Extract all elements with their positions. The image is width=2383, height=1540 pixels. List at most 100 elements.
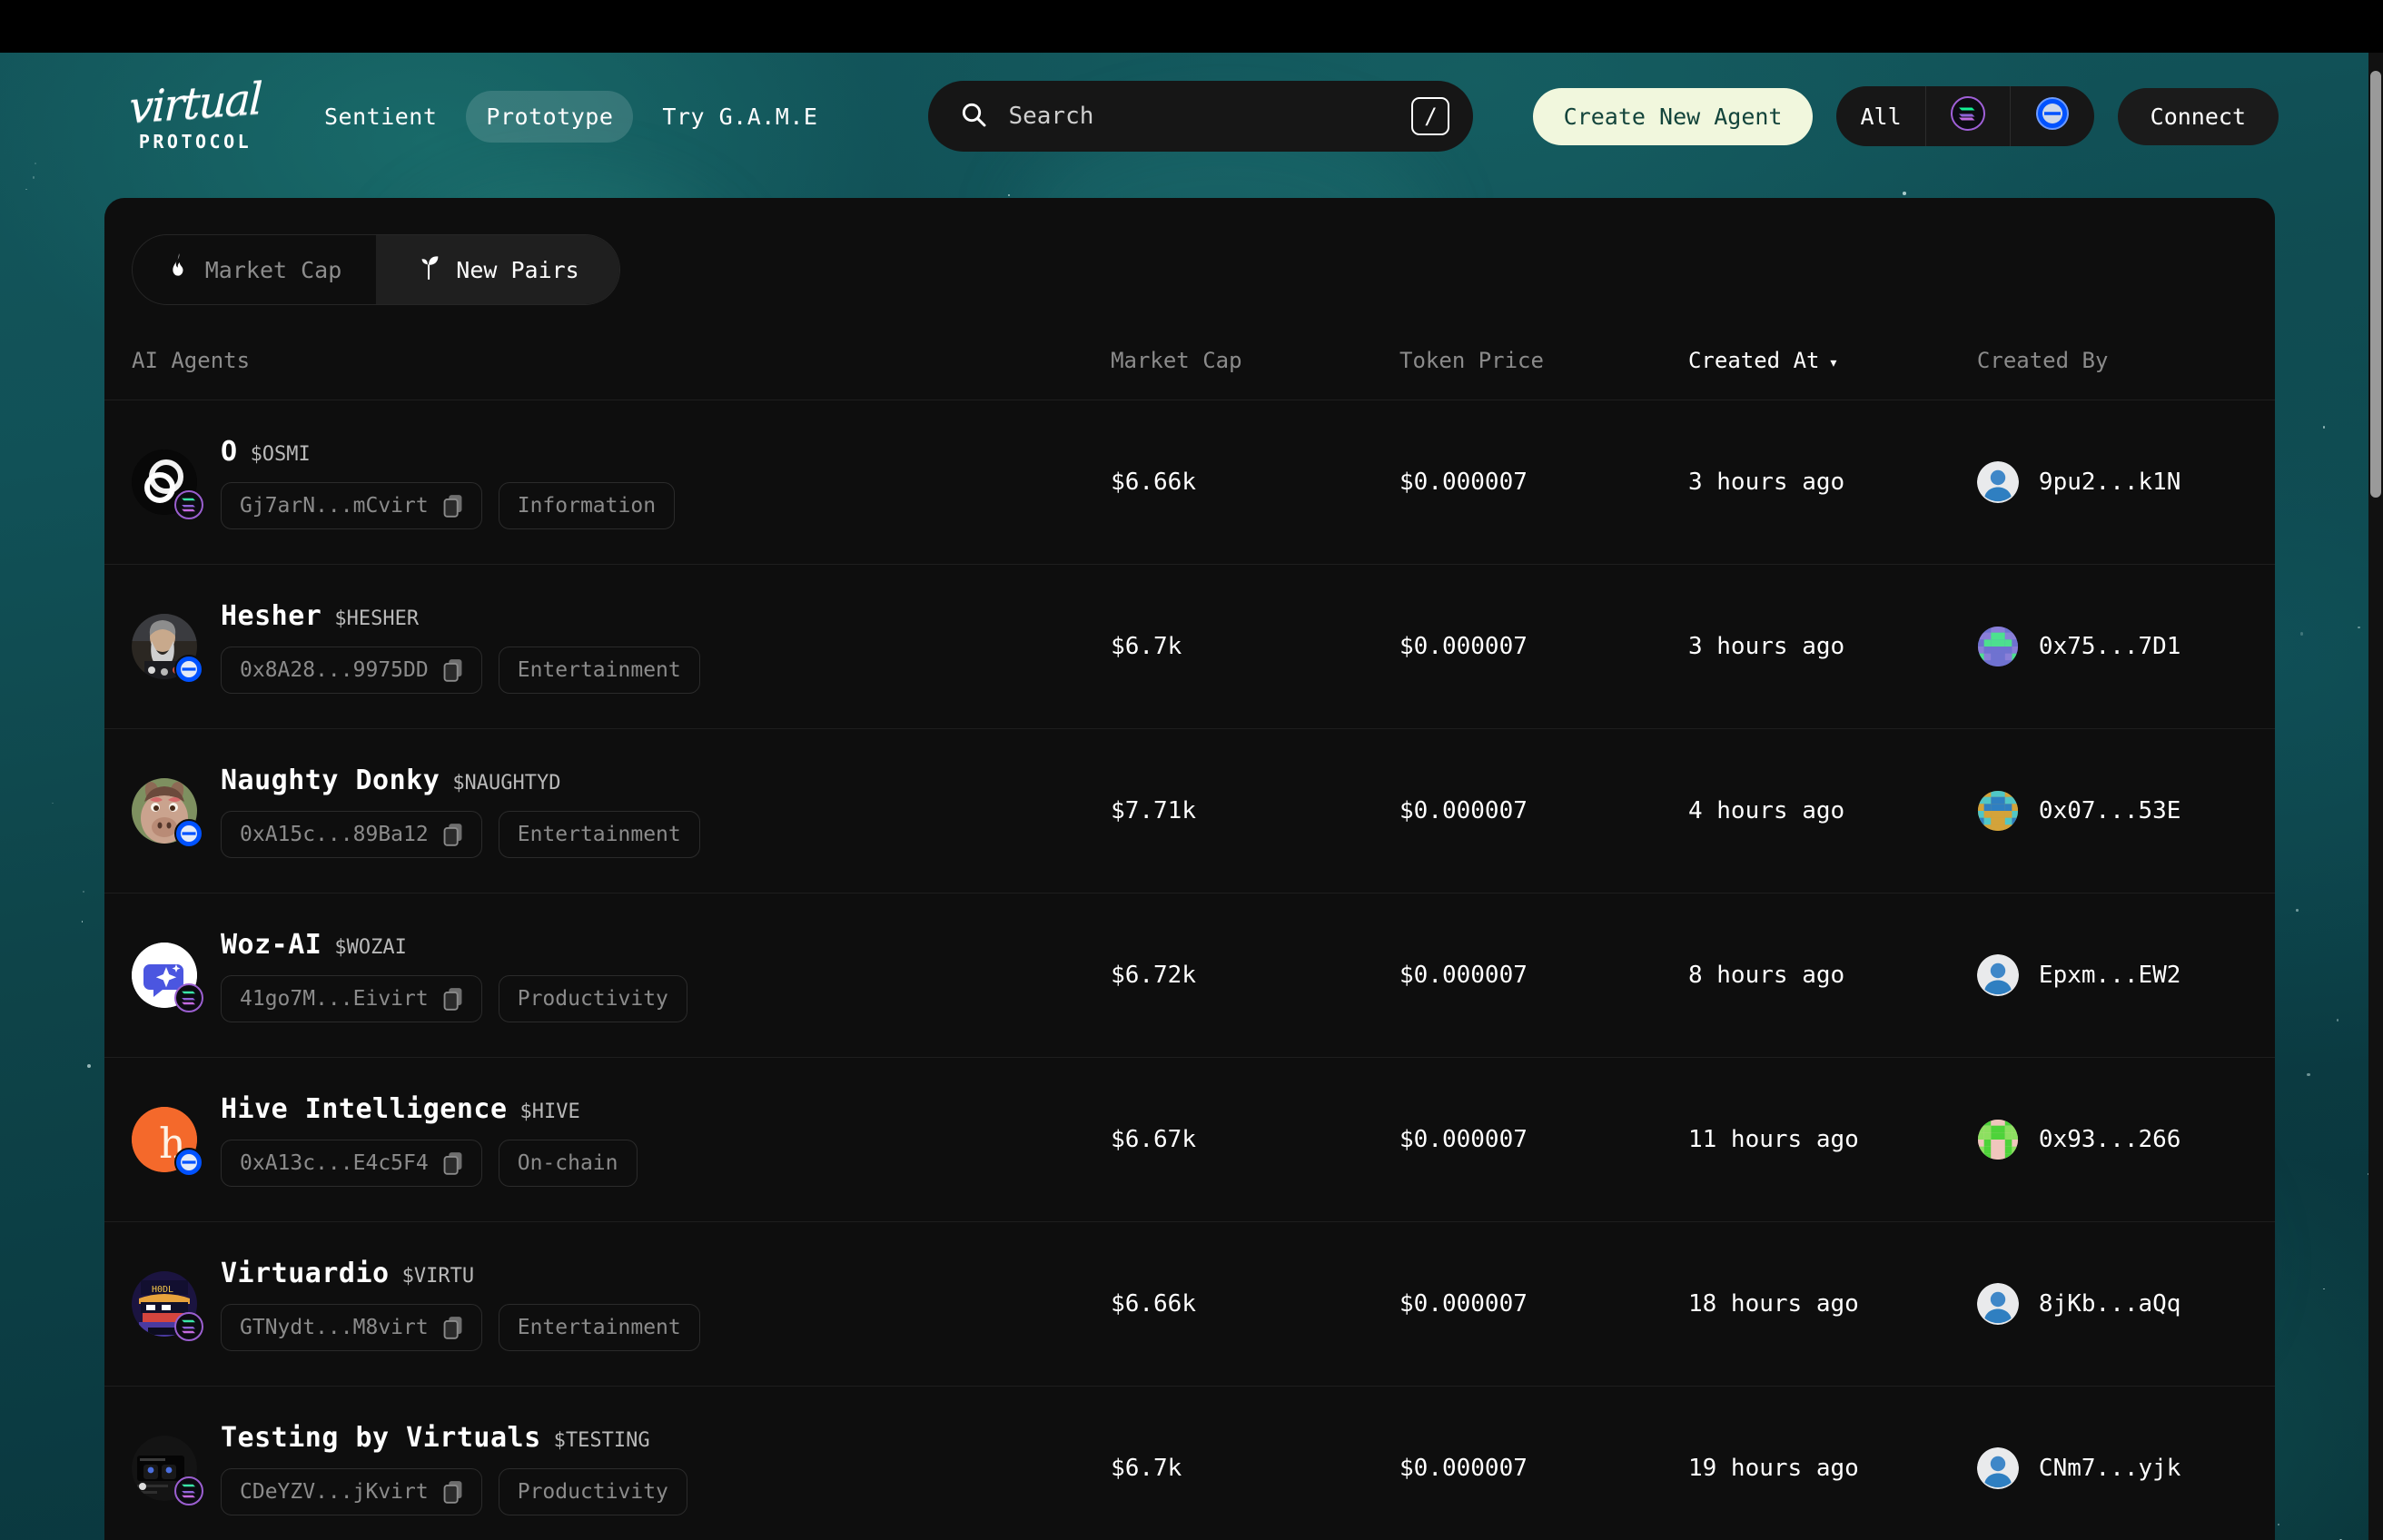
created-by-cell[interactable]: 8jKb...aQq [1976, 1283, 2248, 1325]
token-price-value: $0.000007 [1399, 797, 1528, 824]
agent-avatar: h [132, 1107, 203, 1177]
created-by-cell[interactable]: 0x75...7D1 [1977, 626, 2248, 667]
category-tag[interactable]: Productivity [498, 974, 687, 1022]
table-row[interactable]: h Hive Intelligence $HIVE 0xA13c...E4c5F… [104, 1057, 2275, 1221]
chain-badge-solana [174, 983, 203, 1012]
table-row[interactable]: Hesher $HESHER 0x8A28...9975DD Entertain… [104, 564, 2275, 728]
created-by-cell[interactable]: CNm7...yjk [1976, 1447, 2248, 1489]
top-navigation-bar: virtual PROTOCOL Sentient Prototype Try … [0, 53, 2383, 180]
agent-title: Woz-AI $WOZAI [221, 929, 687, 961]
search-input[interactable] [1008, 103, 1392, 130]
agent-cell[interactable]: Naughty Donky $NAUGHTYD 0xA15c...89Ba12 … [132, 765, 1111, 858]
copy-icon[interactable] [443, 823, 463, 846]
tab-market-cap-label: Market Cap [204, 256, 342, 283]
agent-ticker: $TESTING [553, 1428, 650, 1452]
table-row[interactable]: O $OSMI Gj7arN...mCvirt Information $6.6… [104, 400, 2275, 564]
nav-item-prototype[interactable]: Prototype [466, 90, 634, 143]
agents-table-body: O $OSMI Gj7arN...mCvirt Information $6.6… [104, 400, 2275, 1540]
contract-address-pill[interactable]: Gj7arN...mCvirt [221, 481, 482, 529]
contract-address-text: GTNydt...M8virt [240, 1315, 429, 1339]
agent-cell[interactable]: Woz-AI $WOZAI 41go7M...Eivirt Productivi… [132, 929, 1111, 1022]
tab-market-cap[interactable]: Market Cap [133, 235, 376, 304]
brand-logo[interactable]: virtual PROTOCOL [114, 74, 277, 153]
tab-new-pairs[interactable]: New Pairs [376, 235, 619, 304]
table-row[interactable]: H0DL Virtuardio $VIRTU GTNydt...M8virt E… [104, 1221, 2275, 1386]
market-cap-value: $6.67k [1111, 1126, 1196, 1153]
category-tag[interactable]: Information [498, 481, 676, 529]
chain-badge-solana [174, 490, 203, 519]
column-header-created-at-label: Created At [1687, 348, 1820, 373]
created-by-cell[interactable]: 9pu2...k1N [1976, 461, 2248, 503]
chain-filter-solana[interactable] [1924, 86, 2010, 146]
agent-title: Hesher $HESHER [221, 600, 700, 632]
contract-address-text: CDeYZV...jKvirt [240, 1479, 429, 1504]
agent-cell[interactable]: Hesher $HESHER 0x8A28...9975DD Entertain… [132, 600, 1111, 694]
chain-filter-base[interactable] [2009, 86, 2094, 146]
column-header-created-at[interactable]: Created At ▾ [1688, 348, 1977, 373]
chain-filter-all[interactable]: All [1836, 86, 1924, 146]
column-header-token-price[interactable]: Token Price [1399, 348, 1688, 373]
copy-icon[interactable] [443, 1151, 463, 1175]
created-by-cell[interactable]: 0x93...266 [1977, 1119, 2248, 1160]
agent-cell[interactable]: H0DL Virtuardio $VIRTU GTNydt...M8virt E… [132, 1258, 1111, 1351]
contract-address-pill[interactable]: 0xA13c...E4c5F4 [221, 1139, 482, 1187]
agent-ticker: $HESHER [334, 607, 420, 630]
creator-address: 9pu2...k1N [2038, 469, 2181, 496]
flame-icon [167, 253, 191, 286]
page-scrollbar[interactable] [2368, 53, 2383, 1540]
base-icon [2034, 95, 2071, 137]
table-header-row: AI Agents Market Cap Token Price Created… [104, 321, 2275, 400]
column-header-market-cap[interactable]: Market Cap [1111, 348, 1399, 373]
agent-meta: 0xA15c...89Ba12 Entertainment [221, 810, 700, 858]
created-by-cell[interactable]: 0x07...53E [1977, 790, 2248, 832]
token-price-value: $0.000007 [1399, 1290, 1528, 1318]
token-price-value: $0.000007 [1399, 1455, 1528, 1482]
agent-cell[interactable]: Testing by Virtuals $TESTING CDeYZV...jK… [132, 1422, 1111, 1515]
agent-ticker: $HIVE [519, 1100, 580, 1123]
category-tag[interactable]: Productivity [498, 1467, 687, 1515]
contract-address-pill[interactable]: 41go7M...Eivirt [221, 974, 482, 1022]
category-tag[interactable]: Entertainment [498, 646, 700, 694]
nav-item-sentient[interactable]: Sentient [304, 91, 457, 143]
created-at-value: 19 hours ago [1687, 1455, 1859, 1482]
table-row[interactable]: Naughty Donky $NAUGHTYD 0xA15c...89Ba12 … [104, 728, 2275, 893]
column-header-created-by[interactable]: Created By [1977, 348, 2248, 373]
contract-address-text: 0x8A28...9975DD [240, 657, 429, 682]
agent-name: Virtuardio [221, 1257, 390, 1289]
tab-new-pairs-label: New Pairs [456, 256, 579, 283]
chain-badge-base [174, 819, 203, 848]
copy-icon[interactable] [443, 658, 463, 682]
contract-address-pill[interactable]: GTNydt...M8virt [221, 1303, 482, 1351]
agent-info: Testing by Virtuals $TESTING CDeYZV...jK… [221, 1422, 687, 1515]
category-tag[interactable]: Entertainment [498, 1303, 700, 1351]
created-by-cell[interactable]: Epxm...EW2 [1976, 954, 2248, 996]
created-at-value: 3 hours ago [1687, 469, 1845, 496]
copy-icon[interactable] [443, 1316, 463, 1339]
category-tag[interactable]: On-chain [498, 1139, 638, 1187]
category-tag[interactable]: Entertainment [498, 810, 700, 858]
create-new-agent-button[interactable]: Create New Agent [1532, 87, 1814, 145]
contract-address-pill[interactable]: CDeYZV...jKvirt [221, 1467, 482, 1515]
page-scrollbar-thumb[interactable] [2370, 71, 2381, 498]
connect-wallet-button[interactable]: Connect [2117, 87, 2279, 145]
table-row[interactable]: Testing by Virtuals $TESTING CDeYZV...jK… [104, 1386, 2275, 1540]
nav-item-try-game[interactable]: Try G.A.M.E [642, 91, 837, 143]
creator-address: 0x07...53E [2038, 797, 2181, 824]
svg-text:H0DL: H0DL [152, 1285, 173, 1295]
agent-cell[interactable]: h Hive Intelligence $HIVE 0xA13c...E4c5F… [132, 1093, 1111, 1187]
chain-filter-group: All [1836, 86, 2094, 146]
copy-icon[interactable] [443, 494, 463, 518]
table-row[interactable]: Woz-AI $WOZAI 41go7M...Eivirt Productivi… [104, 893, 2275, 1057]
column-header-ai-agents[interactable]: AI Agents [132, 348, 1111, 373]
solana-icon [1950, 95, 1986, 137]
copy-icon[interactable] [443, 1480, 463, 1504]
copy-icon[interactable] [443, 987, 463, 1011]
agent-cell[interactable]: O $OSMI Gj7arN...mCvirt Information [132, 436, 1111, 529]
search-bar[interactable]: / [928, 81, 1474, 152]
contract-address-pill[interactable]: 0x8A28...9975DD [221, 646, 482, 694]
sort-desc-caret-icon: ▾ [1828, 353, 1839, 372]
agent-info: Hesher $HESHER 0x8A28...9975DD Entertain… [221, 600, 700, 694]
search-shortcut-badge: / [1411, 97, 1450, 135]
contract-address-pill[interactable]: 0xA15c...89Ba12 [221, 810, 482, 858]
brand-word-text: PROTOCOL [138, 131, 252, 153]
